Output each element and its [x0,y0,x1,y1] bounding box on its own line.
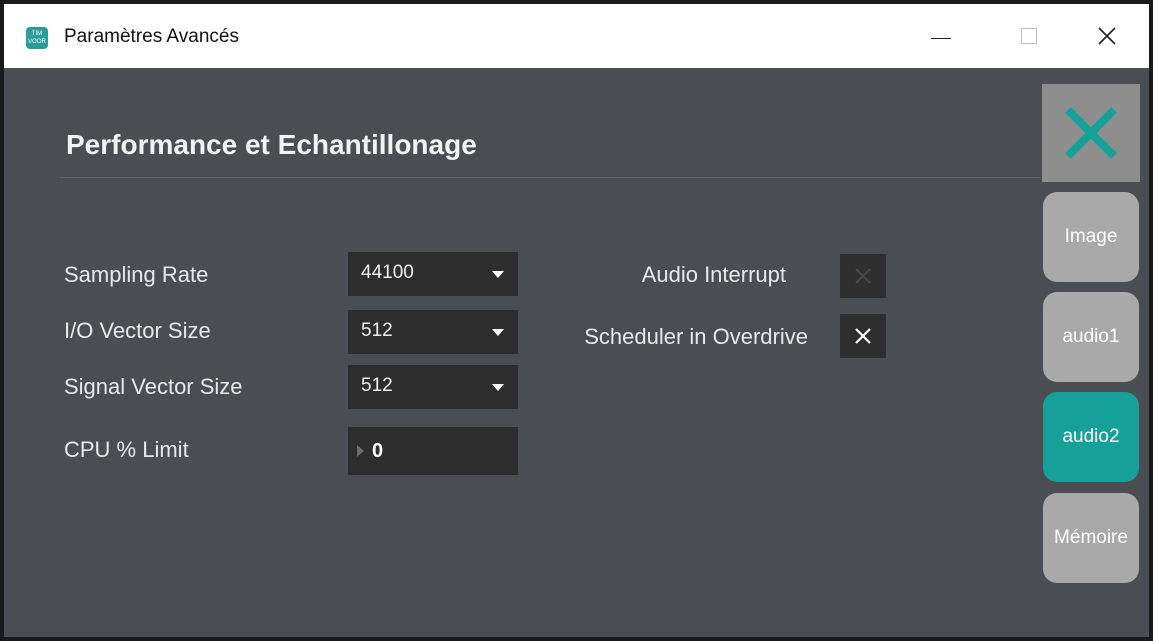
tab-audio1-label: audio1 [1062,326,1120,347]
tab-audio2-label: audio2 [1062,426,1120,447]
minimize-button[interactable] [896,4,986,68]
window-title: Paramètres Avancés [64,26,239,47]
audio-interrupt-label: Audio Interrupt [641,262,786,287]
title-separator [60,177,1040,178]
caret-down-icon [492,329,504,336]
cpu-limit-value: 0 [372,440,384,462]
scheduler-overdrive-label: Scheduler in Overdrive [584,324,808,349]
panel-title: Performance et Echantillonage [66,129,477,160]
caret-down-icon [492,384,504,391]
close-x-icon [1065,107,1117,159]
maximize-icon [1021,28,1037,44]
io-vector-size-dropdown[interactable]: 512 [348,310,518,354]
io-vector-size-value: 512 [361,320,393,341]
advanced-settings-window: TIM VOOR Paramètres Avancés Performance … [4,4,1149,637]
minimize-icon [931,37,951,39]
sampling-rate-dropdown[interactable]: 44100 [348,252,518,296]
io-vector-size-label: I/O Vector Size [64,318,211,343]
caret-down-icon [492,271,504,278]
tab-memoire-label: Mémoire [1054,527,1128,548]
cpu-limit-number-box[interactable]: 0 [348,427,518,475]
x-mark-icon [855,268,871,284]
close-icon [1098,27,1116,45]
triangle-right-icon [357,445,364,457]
tab-memoire[interactable]: Mémoire [1043,493,1139,583]
sampling-rate-value: 44100 [361,262,414,283]
tab-audio2[interactable]: audio2 [1043,392,1139,482]
scheduler-overdrive-toggle[interactable] [840,314,886,358]
audio-interrupt-toggle[interactable] [840,254,886,298]
tab-audio1[interactable]: audio1 [1043,292,1139,382]
tab-image-label: Image [1064,226,1118,247]
sampling-rate-label: Sampling Rate [64,262,209,287]
maximize-button[interactable] [984,4,1074,68]
app-logo-icon: TIM VOOR [26,27,48,49]
window-close-button[interactable] [1062,4,1149,68]
cpu-limit-label: CPU % Limit [64,437,189,462]
tab-image[interactable]: Image [1043,192,1139,282]
signal-vector-size-dropdown[interactable]: 512 [348,365,518,409]
signal-vector-size-value: 512 [361,375,393,396]
panel-close-button[interactable] [1042,84,1140,182]
signal-vector-size-label: Signal Vector Size [64,374,243,399]
title-bar: TIM VOOR Paramètres Avancés [4,4,1149,68]
x-mark-icon [855,328,871,344]
